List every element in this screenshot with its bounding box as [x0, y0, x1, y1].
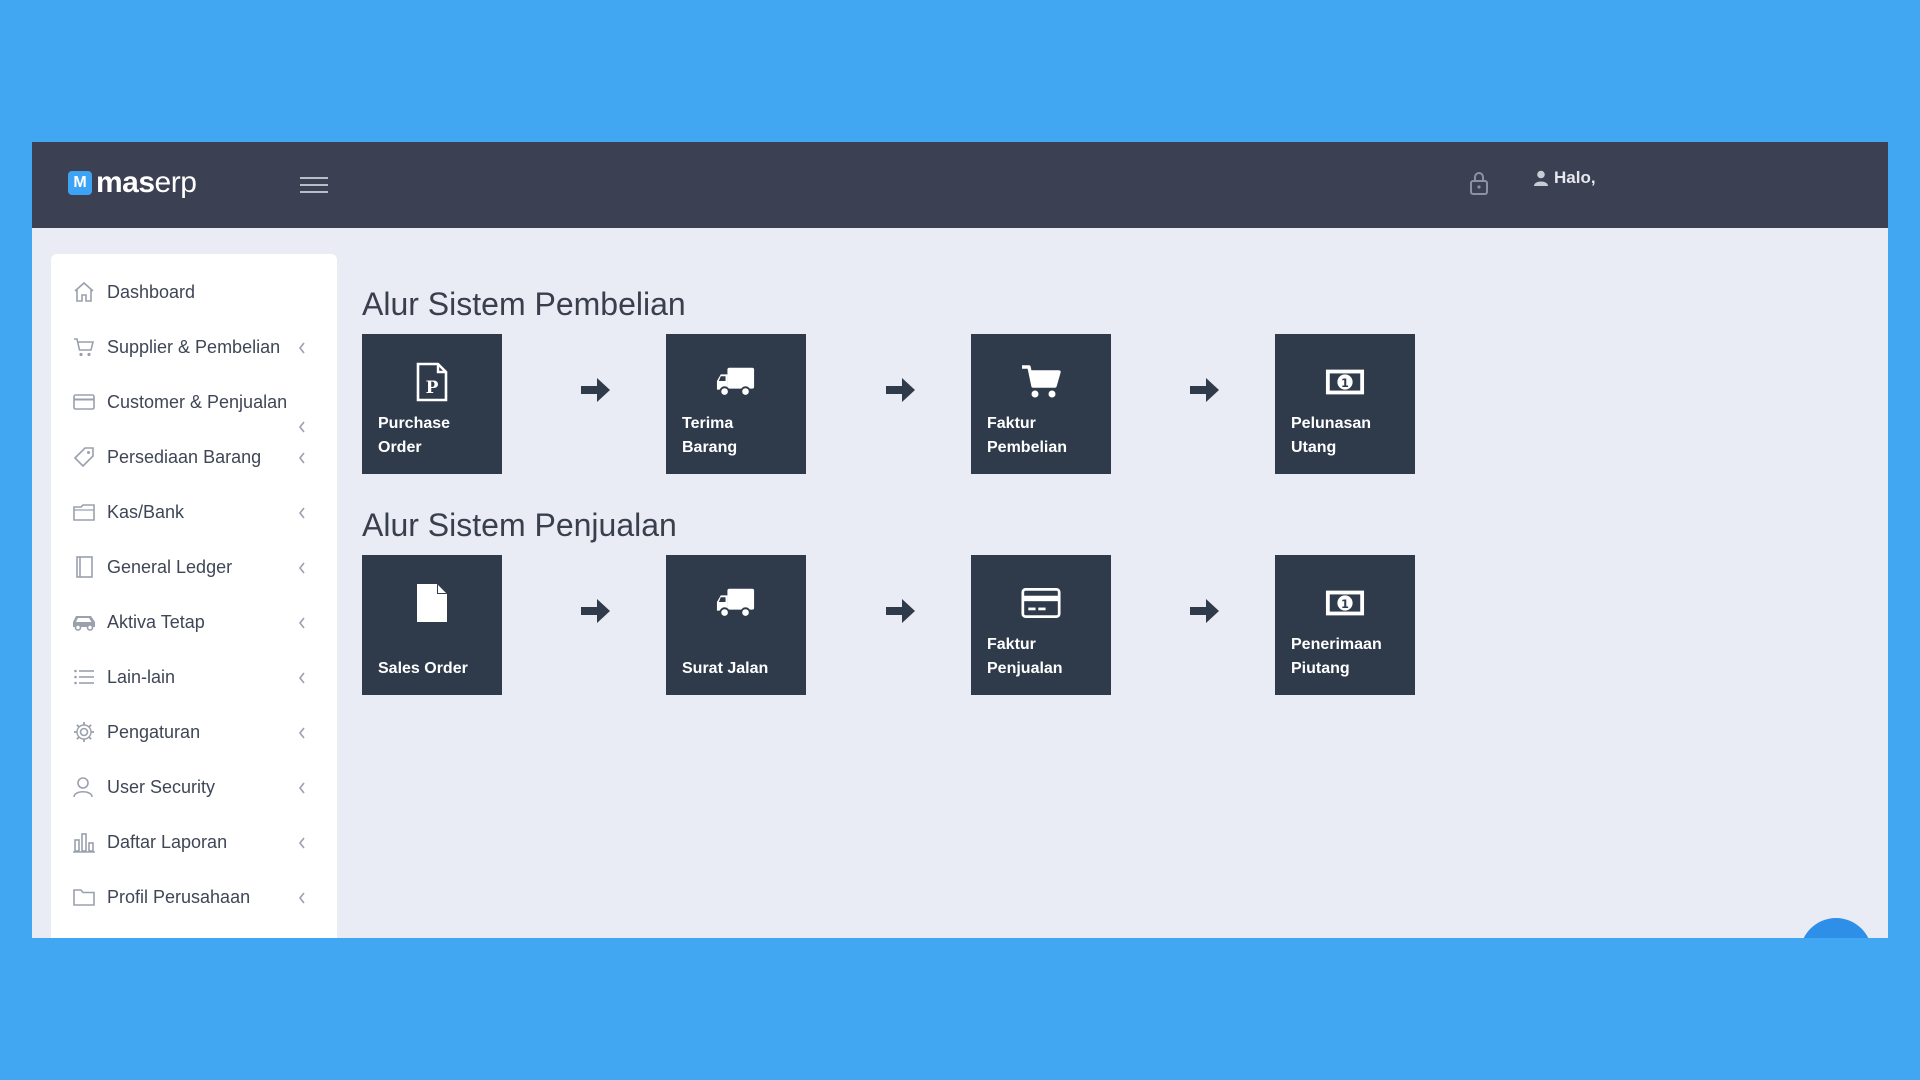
car-icon: [71, 609, 97, 635]
purchase-flow-title: Alur Sistem Pembelian: [362, 286, 686, 322]
tile-label: Terima Barang: [682, 415, 738, 456]
money-icon: 1: [1325, 583, 1365, 623]
credit-card-icon: [71, 389, 97, 415]
sidebar-item-customer-penjualan[interactable]: Customer & Penjualan: [51, 382, 337, 433]
sidebar: Dashboard Supplier & Pembelian Customer …: [51, 254, 337, 938]
sales-flow-title: Alur Sistem Penjualan: [362, 507, 677, 543]
sidebar-item-label: Persediaan Barang: [107, 446, 262, 467]
app-window: M maserp Halo, Dashboard Supplier & Pemb…: [32, 142, 1888, 938]
list-icon: [71, 664, 97, 690]
lock-icon[interactable]: [1468, 170, 1490, 196]
sidebar-item-label: Aktiva Tetap: [107, 611, 205, 632]
chevron-left-icon: [298, 421, 305, 433]
chevron-left-icon: [298, 672, 305, 684]
sidebar-item-label: Profil Perusahaan: [107, 886, 251, 907]
gear-icon: [71, 719, 97, 745]
tile-label: Penerimaan Piutang: [1291, 636, 1382, 677]
book-icon: [71, 554, 97, 580]
logo-text-bold: mas: [96, 166, 155, 199]
truck-icon: [716, 583, 756, 623]
user-icon: [1534, 170, 1548, 186]
arrow-right-icon: [581, 599, 610, 623]
sidebar-item-pengaturan[interactable]: Pengaturan: [51, 712, 337, 752]
wallet-icon: [71, 499, 97, 525]
svg-text:1: 1: [1341, 376, 1349, 390]
arrow-right-icon: [886, 599, 915, 623]
svg-text:P: P: [426, 378, 439, 398]
sidebar-item-label: User Security: [107, 776, 216, 797]
sidebar-item-label: General Ledger: [107, 556, 233, 577]
arrow-right-icon: [1190, 599, 1219, 623]
cart-icon: [71, 334, 97, 360]
bar-chart-icon: [71, 829, 97, 855]
shopping-cart-icon: [1021, 362, 1061, 402]
user-menu[interactable]: Halo,: [1534, 168, 1596, 188]
sidebar-item-lain-lain[interactable]: Lain-lain: [51, 657, 337, 697]
user-icon: [71, 774, 97, 800]
svg-text:1: 1: [1341, 597, 1349, 611]
money-icon: 1: [1325, 362, 1365, 402]
chevron-left-icon: [298, 837, 305, 849]
hamburger-menu-icon[interactable]: [300, 172, 328, 196]
sidebar-item-label: Kas/Bank: [107, 501, 185, 522]
sidebar-item-general-ledger[interactable]: General Ledger: [51, 547, 337, 587]
sidebar-item-supplier-pembelian[interactable]: Supplier & Pembelian: [51, 327, 337, 367]
tile-faktur-penjualan[interactable]: Faktur Penjualan: [971, 555, 1111, 695]
sidebar-item-dashboard[interactable]: Dashboard: [51, 272, 337, 312]
sidebar-item-aktiva-tetap[interactable]: Aktiva Tetap: [51, 602, 337, 642]
logo-badge: M: [68, 171, 92, 195]
home-icon: [71, 279, 97, 305]
tile-label: Surat Jalan: [682, 660, 769, 677]
arrow-right-icon: [886, 378, 915, 402]
chat-widget-button[interactable]: [1800, 918, 1872, 938]
tile-label: Sales Order: [378, 660, 468, 677]
file-icon: [412, 583, 452, 623]
chevron-left-icon: [298, 562, 305, 574]
document-p-icon: P: [412, 362, 452, 402]
chevron-left-icon: [298, 892, 305, 904]
sidebar-item-kas-bank[interactable]: Kas/Bank: [51, 492, 337, 532]
sidebar-item-label: Pengaturan: [107, 721, 201, 742]
tile-penerimaan-piutang[interactable]: 1 Penerimaan Piutang: [1275, 555, 1415, 695]
tile-faktur-pembelian[interactable]: Faktur Pembelian: [971, 334, 1111, 474]
tile-purchase-order[interactable]: P Purchase Order: [362, 334, 502, 474]
chevron-left-icon: [298, 452, 305, 464]
user-greeting: Halo,: [1554, 168, 1596, 187]
sidebar-item-label: Lain-lain: [107, 666, 176, 687]
logo-text-light: erp: [154, 166, 197, 199]
logo-text: maserp: [96, 166, 197, 200]
tile-label: Purchase Order: [378, 415, 451, 456]
sidebar-item-profil-perusahaan[interactable]: Profil Perusahaan: [51, 877, 337, 917]
top-navbar: M maserp Halo,: [32, 142, 1888, 228]
tag-icon: [71, 444, 97, 470]
chevron-left-icon: [298, 507, 305, 519]
arrow-right-icon: [1190, 378, 1219, 402]
chevron-left-icon: [298, 342, 305, 354]
maserp-logo[interactable]: M maserp: [68, 166, 197, 200]
folder-icon: [71, 884, 97, 910]
chevron-left-icon: [298, 727, 305, 739]
tile-label: Pelunasan Utang: [1291, 415, 1372, 456]
chevron-left-icon: [298, 617, 305, 629]
credit-card-icon: [1021, 583, 1061, 623]
sidebar-item-label: Customer & Penjualan: [107, 391, 288, 412]
sidebar-item-label: Supplier & Pembelian: [107, 336, 281, 357]
sidebar-item-daftar-laporan[interactable]: Daftar Laporan: [51, 822, 337, 862]
arrow-right-icon: [581, 378, 610, 402]
tile-label: Faktur Pembelian: [987, 415, 1068, 456]
tile-pelunasan-utang[interactable]: 1 Pelunasan Utang: [1275, 334, 1415, 474]
tile-sales-order[interactable]: Sales Order: [362, 555, 502, 695]
sidebar-item-persediaan-barang[interactable]: Persediaan Barang: [51, 437, 337, 477]
sidebar-item-label: Daftar Laporan: [107, 831, 228, 852]
truck-icon: [716, 362, 756, 402]
chevron-left-icon: [298, 782, 305, 794]
sidebar-item-label: Dashboard: [107, 281, 196, 302]
tile-surat-jalan[interactable]: Surat Jalan: [666, 555, 806, 695]
tile-label: Faktur Penjualan: [987, 636, 1063, 677]
sidebar-item-user-security[interactable]: User Security: [51, 767, 337, 807]
tile-terima-barang[interactable]: Terima Barang: [666, 334, 806, 474]
